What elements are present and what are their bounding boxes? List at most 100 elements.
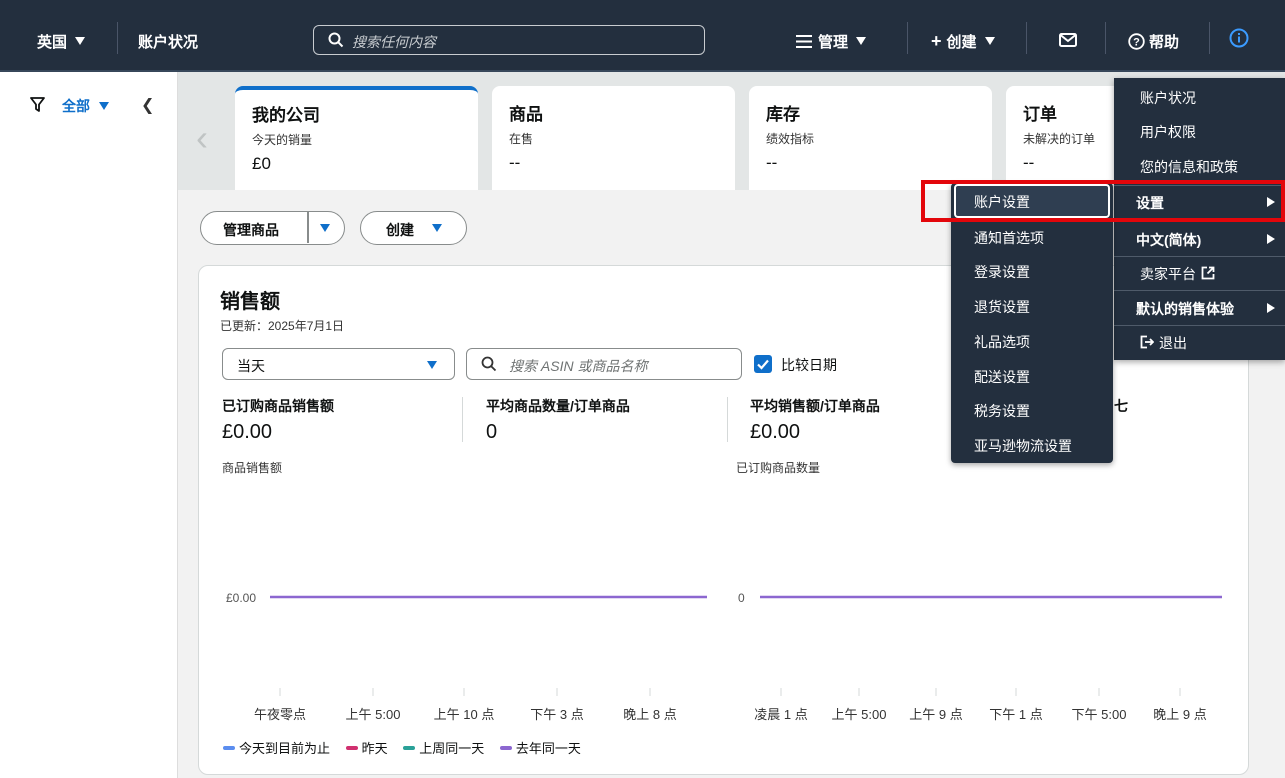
legend-label: 昨天	[361, 741, 388, 756]
metric-value: 0	[486, 421, 498, 443]
external-link-icon	[1201, 266, 1215, 280]
submenu-item-gift-options[interactable]: 礼品选项	[974, 332, 1030, 352]
filter-icon[interactable]	[30, 97, 45, 112]
card-title: 商品	[509, 105, 543, 124]
left-filter-panel	[0, 72, 178, 778]
chart-left-title: 商品销售额	[222, 461, 283, 475]
submenu-item-shipping-settings[interactable]: 配送设置	[974, 367, 1030, 387]
chevron-left-icon[interactable]: ‹	[196, 120, 208, 156]
legend-item[interactable]: 去年同一天	[499, 738, 581, 757]
card-subtitle: 今天的销量	[252, 133, 313, 147]
submenu-item-fba-settings[interactable]: 亚马逊物流设置	[974, 436, 1072, 456]
chart-right-title: 已订购商品数量	[736, 461, 821, 475]
create-dropdown-button[interactable]: 创建	[360, 211, 467, 245]
submenu-item-login-settings[interactable]: 登录设置	[974, 262, 1030, 282]
help-label: 帮助	[1149, 34, 1180, 51]
info-icon[interactable]	[1229, 28, 1249, 48]
submenu-item-tax-settings[interactable]: 税务设置	[974, 401, 1030, 421]
menu-item-user-permissions[interactable]: 用户权限	[1140, 122, 1196, 142]
x-tick-label: 上午 5:00	[831, 707, 887, 722]
card-products[interactable]: 商品 在售 --	[492, 86, 735, 190]
compare-dates-checkbox[interactable]	[754, 355, 772, 373]
compare-dates-label: 比较日期	[781, 357, 837, 373]
caret-down-icon	[432, 224, 442, 232]
nav-divider	[1105, 22, 1106, 54]
card-subtitle: 在售	[509, 132, 534, 146]
asin-search-input[interactable]: 搜索 ASIN 或商品名称	[466, 348, 742, 380]
period-value: 当天	[237, 358, 265, 374]
manage-products-button[interactable]: 管理商品	[223, 220, 279, 240]
card-value: £0	[252, 154, 271, 173]
search-icon	[328, 32, 344, 48]
filter-all-label: 全部	[62, 98, 90, 114]
search-icon	[481, 356, 497, 372]
help-button[interactable]: ? 帮助	[1128, 31, 1179, 52]
menu-item-language[interactable]: 中文(简体)	[1136, 230, 1201, 250]
search-placeholder: 搜索任何内容	[352, 34, 436, 50]
seller-central-label: 卖家平台	[1140, 266, 1196, 282]
chevron-right-icon	[1267, 234, 1275, 244]
nav-divider	[117, 22, 118, 54]
manage-menu-button[interactable]: 管理	[796, 31, 867, 52]
x-tick-label: 晚上 8 点	[623, 707, 677, 722]
caret-down-icon	[99, 102, 109, 110]
nav-divider	[1026, 22, 1027, 54]
card-my-business[interactable]: 我的公司 今天的销量 £0	[235, 86, 478, 190]
nav-divider	[907, 22, 908, 54]
mail-icon[interactable]	[1059, 33, 1077, 47]
metric-label: 已订购商品销售额	[222, 398, 334, 414]
menu-item-seller-central[interactable]: 卖家平台	[1140, 264, 1215, 284]
metric-divider	[727, 397, 728, 442]
card-value: --	[509, 153, 521, 172]
card-subtitle: 绩效指标	[766, 132, 815, 146]
y-tick-left: £0.00	[226, 591, 257, 605]
logout-icon	[1140, 335, 1155, 349]
legend-swatch	[499, 746, 512, 750]
metric-label: 平均商品数量/订单商品	[486, 398, 630, 414]
card-title: 库存	[766, 105, 800, 124]
menu-divider	[1114, 325, 1285, 326]
list-icon	[796, 35, 812, 48]
collapse-left-panel-icon[interactable]: ❮	[141, 95, 154, 115]
nav-divider	[1209, 22, 1210, 54]
period-select[interactable]: 当天	[222, 348, 455, 380]
annotation-highlight-box	[921, 180, 1285, 222]
menu-divider	[1114, 256, 1285, 257]
card-value: --	[766, 153, 778, 172]
legend-swatch	[345, 746, 358, 750]
country-label: 英国	[37, 34, 68, 51]
legend-item[interactable]: 今天到目前为止	[223, 738, 330, 757]
legend-label: 上周同一天	[419, 741, 485, 756]
svg-text:?: ?	[1133, 37, 1140, 49]
menu-item-default-selling[interactable]: 默认的销售体验	[1136, 299, 1234, 319]
caret-down-icon[interactable]	[320, 224, 330, 232]
settings-submenu	[951, 183, 1113, 463]
submenu-item-notifications[interactable]: 通知首选项	[974, 228, 1044, 248]
create-menu-button[interactable]: + 创建	[931, 31, 995, 52]
y-tick-right: 0	[738, 591, 745, 605]
card-inventory[interactable]: 库存 绩效指标 --	[749, 86, 992, 190]
metric-value: £0.00	[222, 421, 273, 443]
sales-title: 销售额	[220, 291, 280, 313]
menu-item-info-policies[interactable]: 您的信息和政策	[1140, 157, 1238, 177]
x-tick-label: 凌晨 1 点	[754, 707, 808, 722]
metric-divider	[462, 397, 463, 442]
manage-label: 管理	[818, 34, 849, 51]
submenu-item-return-settings[interactable]: 退货设置	[974, 297, 1030, 317]
account-health-link[interactable]: 账户状况	[138, 31, 198, 52]
global-search-input[interactable]: 搜索任何内容	[313, 25, 705, 55]
menu-item-logout[interactable]: 退出	[1140, 333, 1187, 353]
card-title: 我的公司	[252, 106, 320, 125]
caret-down-icon	[427, 361, 437, 369]
menu-item-account-health[interactable]: 账户状况	[1140, 88, 1196, 108]
plus-icon: +	[931, 31, 942, 51]
filter-all-dropdown[interactable]: 全部	[62, 96, 109, 116]
legend-item[interactable]: 昨天	[345, 738, 388, 757]
legend-item[interactable]: 上周同一天	[403, 738, 484, 757]
menu-divider	[1114, 290, 1285, 291]
asin-placeholder: 搜索 ASIN 或商品名称	[509, 358, 648, 374]
chevron-right-icon	[1267, 303, 1275, 313]
country-selector[interactable]: 英国	[37, 31, 86, 52]
caret-down-icon	[984, 37, 995, 45]
check-icon	[757, 359, 769, 370]
